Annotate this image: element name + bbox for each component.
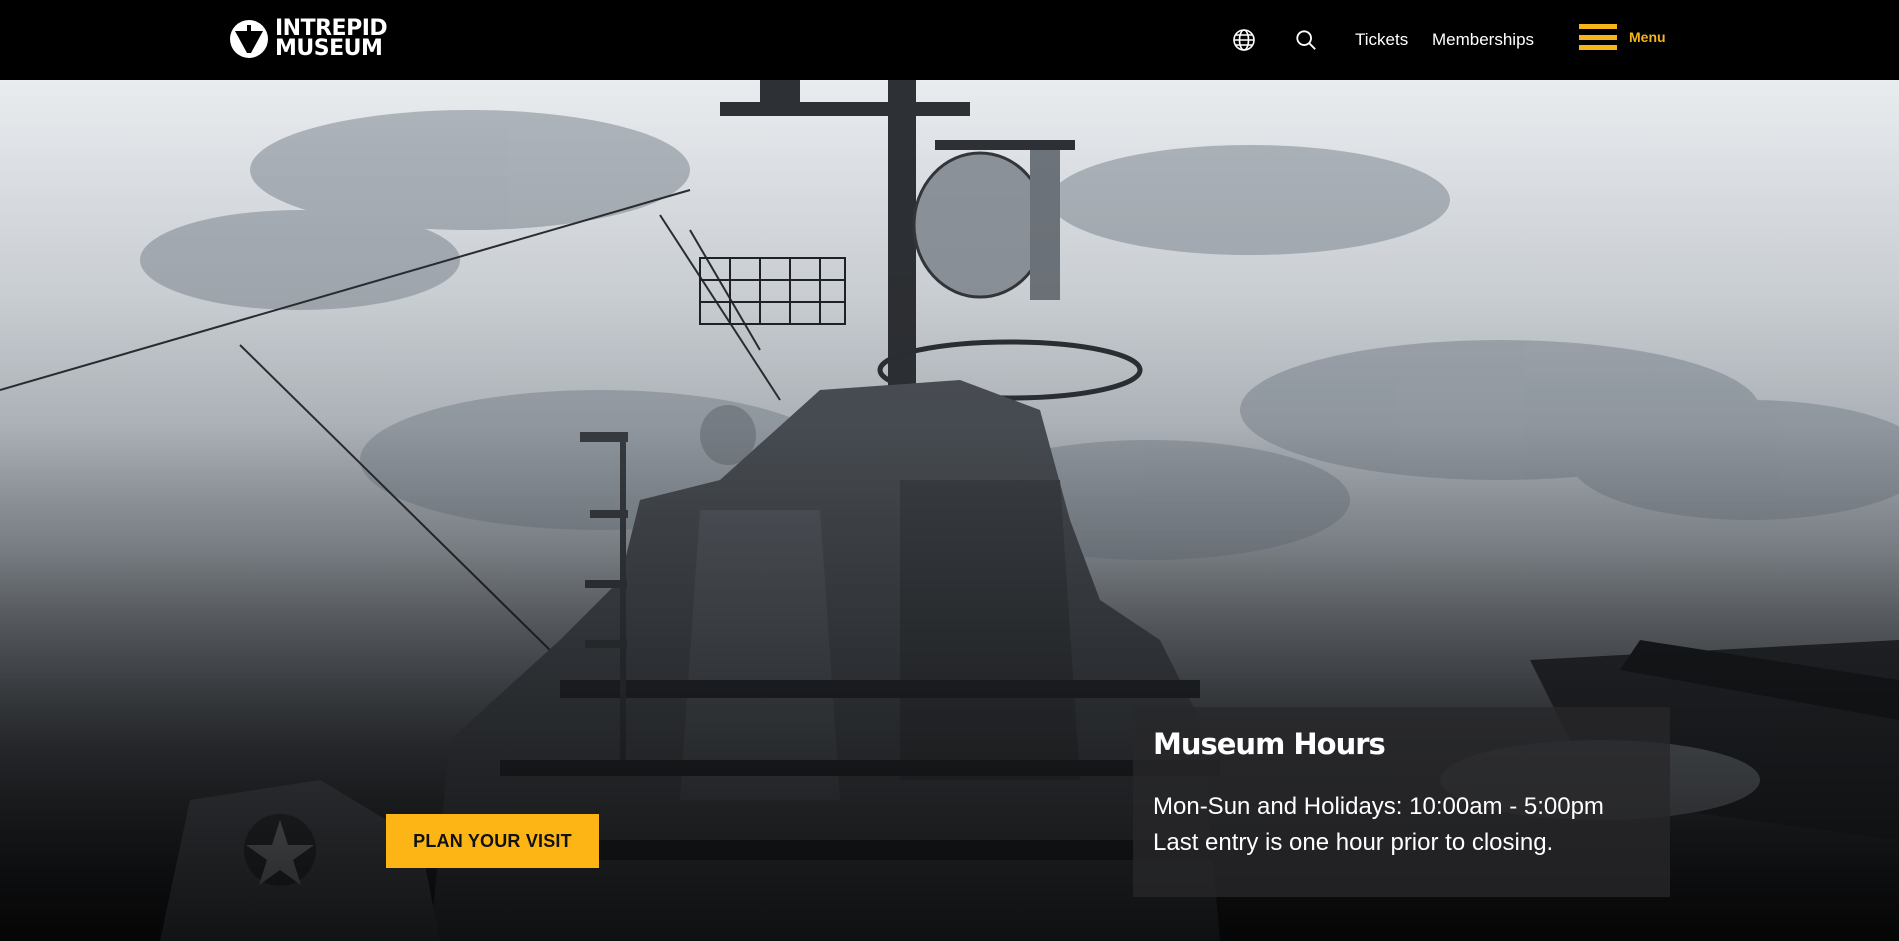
globe-icon: [1233, 29, 1255, 51]
tickets-link[interactable]: Tickets: [1355, 30, 1408, 50]
plan-your-visit-button[interactable]: PLAN YOUR VISIT: [386, 814, 599, 868]
logo-line-2: MUSEUM: [275, 36, 383, 61]
logo-text: INTREPID MUSEUM: [275, 18, 388, 61]
museum-hours-line-2: Last entry is one hour prior to closing.: [1153, 829, 1554, 856]
museum-hours-line-1: Mon-Sun and Holidays: 10:00am - 5:00pm: [1153, 793, 1604, 820]
logo-mark-icon: [230, 20, 268, 58]
search-icon: [1296, 30, 1316, 50]
intrepid-museum-logo[interactable]: INTREPID MUSEUM: [229, 17, 388, 61]
hamburger-icon: [1579, 24, 1617, 50]
menu-button[interactable]: Menu: [1579, 24, 1666, 50]
museum-hours-panel: Museum Hours Mon-Sun and Holidays: 10:00…: [1133, 707, 1670, 897]
memberships-link[interactable]: Memberships: [1432, 30, 1534, 50]
site-header: INTREPID MUSEUM Tickets Memberships Menu: [0, 0, 1899, 80]
menu-label: Menu: [1629, 29, 1666, 45]
museum-hours-title: Museum Hours: [1153, 727, 1386, 761]
language-button[interactable]: [1230, 26, 1258, 54]
search-button[interactable]: [1292, 26, 1320, 54]
